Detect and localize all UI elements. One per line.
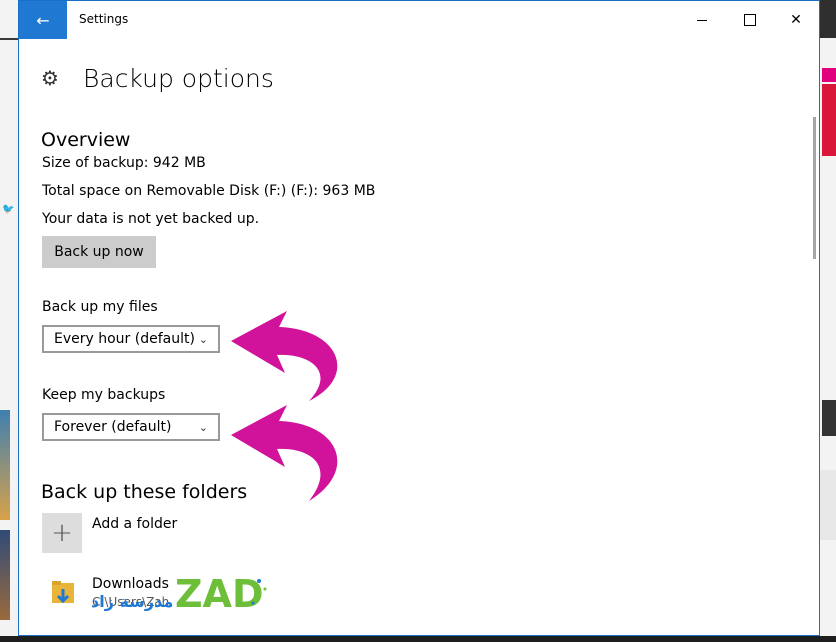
close-button[interactable]: ✕ [773, 1, 819, 39]
title-bar: ← Settings ✕ [19, 1, 819, 39]
background-thumbnail [0, 530, 10, 620]
background-thumbnail [0, 410, 10, 520]
background-thumbnail [822, 400, 836, 436]
keep-backups-label: Keep my backups [42, 387, 166, 403]
svg-text:مدرسة زاد: مدرسة زاد [91, 592, 173, 611]
total-space-text: Total space on Removable Disk (F:) (F:):… [42, 183, 376, 199]
plus-icon: + [51, 518, 73, 548]
svg-text:ZAD: ZAD [175, 573, 264, 616]
maximize-icon [744, 14, 756, 26]
backup-size-text: Size of backup: 942 MB [42, 155, 206, 171]
background-panel [818, 470, 836, 540]
back-up-now-button[interactable]: Back up now [42, 236, 156, 268]
zad-logo: ZAD مدرسة زاد [91, 573, 267, 616]
add-folder-label[interactable]: Add a folder [92, 516, 177, 532]
background-divider [0, 38, 18, 40]
back-button[interactable]: ← [19, 1, 67, 39]
keep-backups-dropdown[interactable]: Forever (default) ⌄ [42, 413, 220, 441]
background-left-window: 🐦 [0, 0, 18, 642]
maximize-button[interactable] [727, 1, 773, 39]
keep-backups-value: Forever (default) [54, 419, 172, 435]
backup-status-text: Your data is not yet backed up. [42, 211, 260, 227]
page-title: Backup options [83, 63, 274, 93]
settings-window: ← Settings ✕ ⚙ Backup options Overview S… [18, 0, 820, 636]
minimize-button[interactable] [679, 1, 725, 39]
minimize-icon [697, 19, 707, 21]
chevron-down-icon: ⌄ [198, 332, 208, 346]
backup-frequency-value: Every hour (default) [54, 331, 195, 347]
annotation-arrows [231, 311, 338, 501]
folders-heading: Back up these folders [41, 481, 248, 503]
folder-download-icon [52, 581, 74, 604]
window-title: Settings [79, 12, 129, 26]
overview-heading: Overview [41, 129, 131, 151]
page-header: ⚙ Backup options [41, 63, 274, 93]
background-right-window [818, 0, 836, 642]
backup-frequency-label: Back up my files [42, 299, 158, 315]
background-banner [822, 84, 836, 156]
scrollbar[interactable] [813, 117, 816, 259]
close-icon: ✕ [790, 12, 802, 28]
backup-frequency-dropdown[interactable]: Every hour (default) ⌄ [42, 325, 220, 353]
background-badge [822, 68, 836, 82]
add-folder-button[interactable]: + [42, 513, 82, 553]
background-toolbar [818, 0, 836, 38]
twitter-icon: 🐦 [2, 204, 15, 215]
chevron-down-icon: ⌄ [198, 420, 208, 434]
taskbar-edge [0, 636, 836, 642]
back-arrow-icon: ← [36, 10, 50, 30]
gear-icon: ⚙ [41, 66, 59, 90]
